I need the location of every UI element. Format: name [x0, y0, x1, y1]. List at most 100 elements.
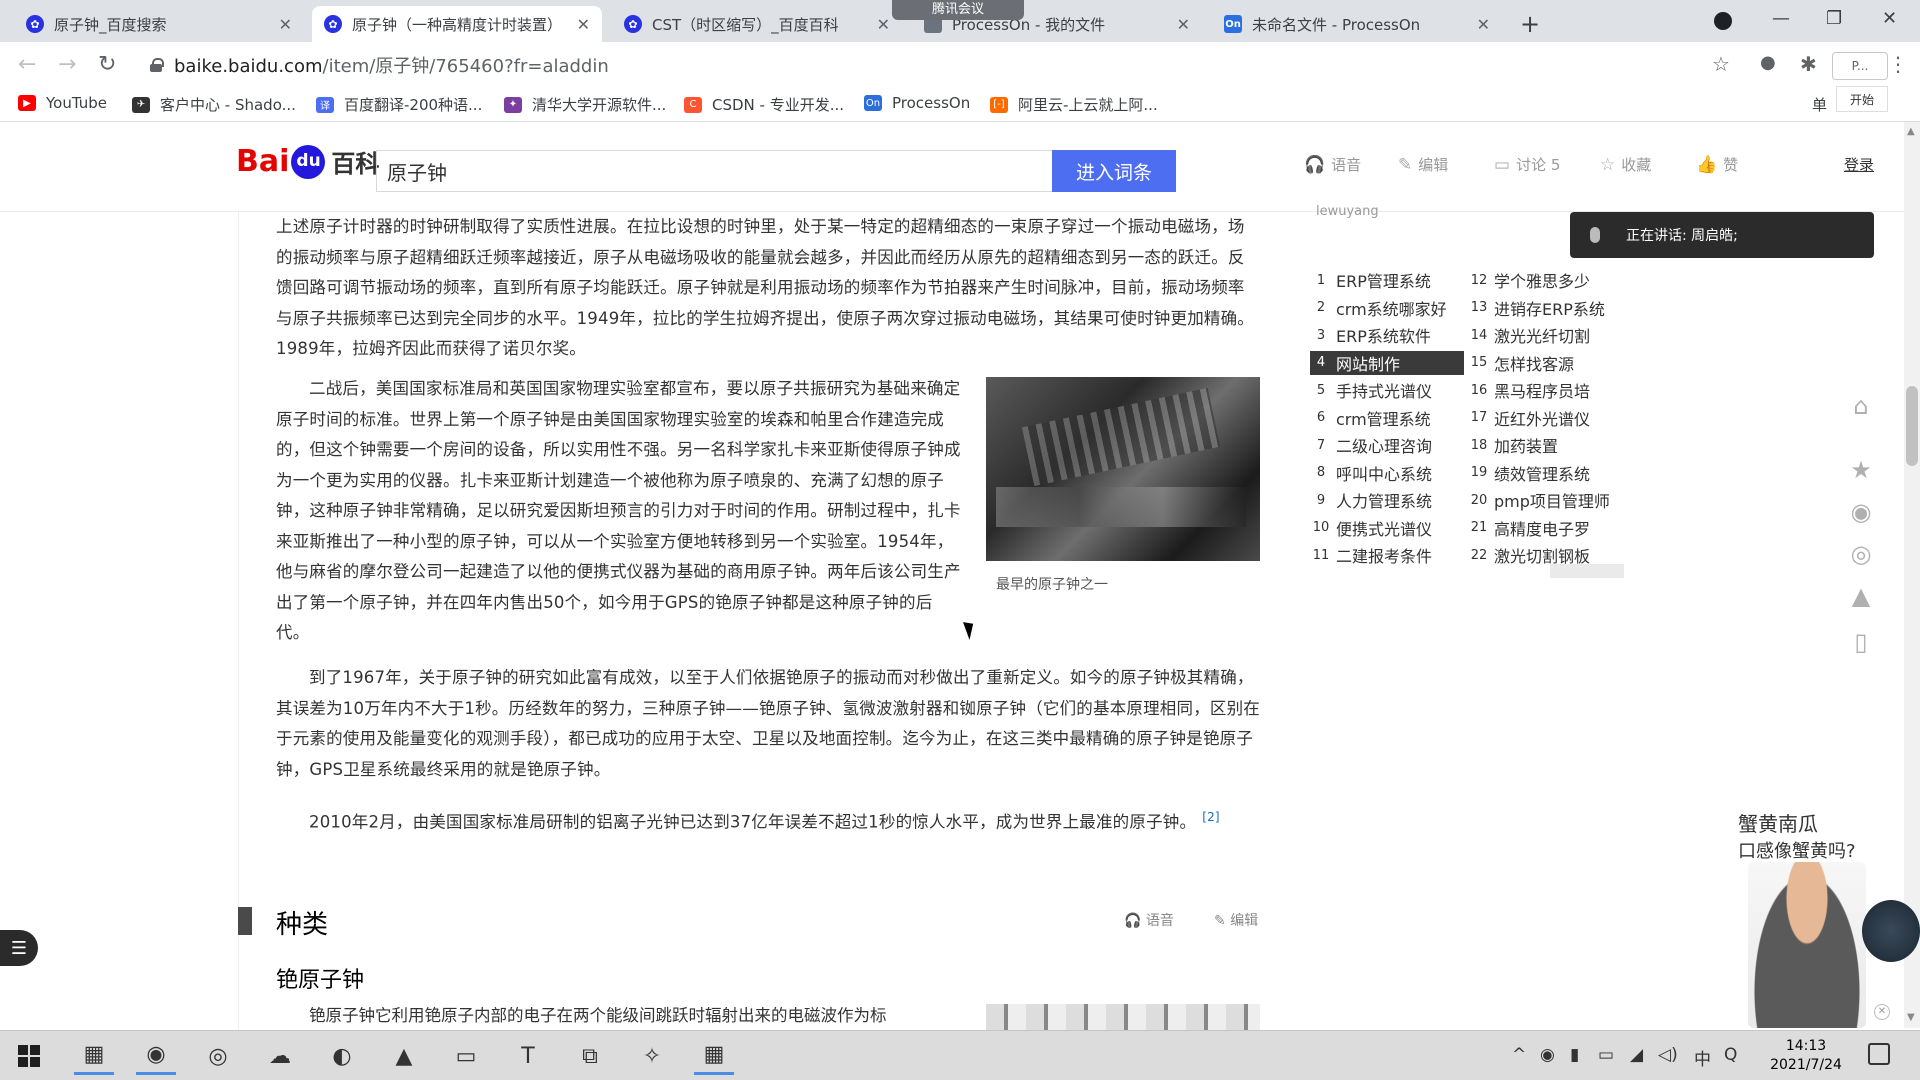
- tab-search-icon[interactable]: [1714, 12, 1732, 30]
- atomic-clock-photo[interactable]: [986, 377, 1260, 561]
- address-bar[interactable]: baike.baidu.com/item/原子钟/765460?fr=aladd…: [140, 46, 1740, 84]
- promo-video-thumbnail[interactable]: [1748, 862, 1866, 1028]
- taskbar-app-icon[interactable]: ◐: [322, 1037, 362, 1075]
- hot-item[interactable]: 2 crm系统哪家好: [1310, 296, 1464, 320]
- taskbar-photos-icon[interactable]: ▲: [384, 1037, 424, 1075]
- bookmark-youtube[interactable]: ▶ YouTube: [18, 94, 107, 112]
- scrollbar-thumb[interactable]: [1906, 386, 1918, 466]
- enter-entry-button[interactable]: 进入词条: [1052, 150, 1176, 192]
- tray-camera-icon[interactable]: ◉: [1540, 1045, 1555, 1065]
- wechat-icon[interactable]: ◎: [1846, 540, 1876, 568]
- bookmark-shadow[interactable]: ✈ 客户中心 - Shado...: [132, 94, 296, 115]
- lock-icon[interactable]: [150, 58, 164, 72]
- hot-item[interactable]: 3 ERP系统软件: [1310, 323, 1464, 347]
- hot-item[interactable]: 19 绩效管理系统: [1468, 461, 1622, 485]
- menu-kebab-icon[interactable]: ⋮: [1888, 52, 1908, 76]
- catalog-menu-icon[interactable]: ☰: [0, 930, 38, 966]
- section-edit-button[interactable]: ✎ 编辑: [1214, 910, 1258, 930]
- minimize-button[interactable]: —: [1772, 8, 1790, 29]
- tab-baidu-search[interactable]: ✿ 原子钟_百度搜索 ✕: [14, 6, 304, 42]
- action-voice[interactable]: 🎧 语音: [1304, 154, 1361, 175]
- page-scrollbar[interactable]: ▲ ▼: [1904, 122, 1920, 1028]
- hot-item[interactable]: 1 ERP管理系统: [1310, 268, 1464, 292]
- hot-item[interactable]: 15 怎样找客源: [1468, 351, 1622, 375]
- cesium-clock-photo[interactable]: [986, 1004, 1260, 1030]
- login-link[interactable]: 登录: [1844, 154, 1874, 175]
- weibo-icon[interactable]: ◉: [1846, 498, 1876, 526]
- hot-item[interactable]: 13 进销存ERP系统: [1468, 296, 1622, 320]
- hot-item[interactable]: 21 高精度电子罗: [1468, 516, 1622, 540]
- baike-logo[interactable]: Bai 百科: [236, 144, 379, 179]
- scroll-up-icon[interactable]: ▲: [1907, 126, 1915, 137]
- taskbar-wechat-icon[interactable]: ◎: [198, 1037, 238, 1075]
- hot-item[interactable]: 12 学个雅思多少: [1468, 268, 1622, 292]
- promo-avatar[interactable]: [1862, 900, 1920, 962]
- close-tab-icon[interactable]: ✕: [279, 15, 292, 34]
- reload-icon[interactable]: ↻: [98, 52, 116, 77]
- taskbar-app-icon[interactable]: ✧: [632, 1037, 672, 1075]
- hot-item[interactable]: 7 二级心理咨询: [1310, 433, 1464, 457]
- taskbar-chrome-icon[interactable]: ◉: [136, 1037, 176, 1075]
- close-tab-icon[interactable]: ✕: [877, 15, 890, 34]
- video-promo[interactable]: 蟹黄南瓜 口感像蟹黄吗?: [1738, 810, 1856, 866]
- hot-item[interactable]: 14 激光光纤切割: [1468, 323, 1622, 347]
- action-discuss[interactable]: ▭ 讨论 5: [1494, 154, 1560, 175]
- notification-center-icon[interactable]: [1868, 1043, 1890, 1065]
- profile-chip[interactable]: P...: [1832, 52, 1888, 80]
- close-tab-icon[interactable]: ✕: [1477, 15, 1490, 34]
- close-icon[interactable]: ✕: [1874, 1004, 1890, 1020]
- search-input[interactable]: 原子钟: [376, 150, 1052, 192]
- bookmark-tsinghua[interactable]: ✦ 清华大学开源软件...: [504, 94, 666, 115]
- hot-item[interactable]: 5 手持式光谱仪: [1310, 378, 1464, 402]
- taskbar-clock[interactable]: 14:13 2021/7/24: [1764, 1037, 1848, 1075]
- hot-item[interactable]: 9 人力管理系统: [1310, 488, 1464, 512]
- tab-baike-atomic-clock[interactable]: ✿ 原子钟（一种高精度计时装置） ✕: [312, 6, 602, 42]
- gift-icon[interactable]: ⌂: [1846, 392, 1876, 420]
- tray-ime-indicator[interactable]: 中: [1694, 1045, 1711, 1070]
- tray-app-icon[interactable]: Q: [1724, 1045, 1737, 1065]
- bookmark-baidu-fanyi[interactable]: 译百度翻译-200种语...: [316, 94, 482, 115]
- taskbar-app-image-icon[interactable]: ▦: [694, 1037, 734, 1075]
- taskbar-baidu-netdisk-icon[interactable]: ☁: [260, 1037, 300, 1075]
- favorite-star-icon[interactable]: ★: [1846, 456, 1876, 484]
- back-icon[interactable]: ←: [18, 52, 36, 77]
- section-voice-button[interactable]: 🎧 语音: [1124, 910, 1174, 930]
- bookmark-processon[interactable]: On ProcessOn: [864, 94, 970, 112]
- tray-microphone-icon[interactable]: ▮: [1570, 1045, 1579, 1065]
- reference-link[interactable]: [2]: [1202, 810, 1220, 824]
- hot-item[interactable]: 10 便携式光谱仪: [1310, 516, 1464, 540]
- hot-item[interactable]: 17 近红外光谱仪: [1468, 406, 1622, 430]
- windows-start-icon[interactable]: [18, 1045, 40, 1067]
- taskbar-app-icon[interactable]: ⧉: [570, 1037, 610, 1075]
- taskbar-file-explorer-icon[interactable]: ▭: [446, 1037, 486, 1075]
- action-edit[interactable]: ✎ 编辑: [1398, 154, 1448, 175]
- meeting-indicator[interactable]: 腾讯会议: [892, 0, 1024, 20]
- close-window-button[interactable]: ✕: [1882, 8, 1897, 29]
- hot-item[interactable]: 6 crm管理系统: [1310, 406, 1464, 430]
- taskbar-app-image-viewer-icon[interactable]: ▦: [74, 1037, 114, 1075]
- qq-icon[interactable]: ▲: [1846, 582, 1876, 610]
- forward-icon[interactable]: →: [58, 52, 76, 77]
- new-tab-button[interactable]: +: [1520, 10, 1540, 38]
- reading-list[interactable]: 单: [1812, 94, 1827, 115]
- action-favorite[interactable]: ☆ 收藏: [1600, 154, 1651, 175]
- tray-chevron-up-icon[interactable]: ^: [1512, 1045, 1526, 1065]
- scroll-down-icon[interactable]: ▼: [1907, 1012, 1915, 1023]
- tray-battery-icon[interactable]: ▭: [1598, 1045, 1614, 1065]
- bookmark-csdn[interactable]: C CSDN - 专业开发...: [684, 94, 844, 115]
- extension-circle-icon[interactable]: ●: [1760, 52, 1776, 73]
- hot-item[interactable]: 8 呼叫中心系统: [1310, 461, 1464, 485]
- restore-button[interactable]: ❐: [1826, 8, 1842, 29]
- close-tab-icon[interactable]: ✕: [577, 15, 590, 34]
- bookmark-star-icon[interactable]: ☆: [1712, 52, 1730, 76]
- hot-item-highlighted[interactable]: 4 网站制作: [1310, 350, 1464, 375]
- hot-item[interactable]: 16 黑马程序员培: [1468, 378, 1622, 402]
- start-button[interactable]: 开始: [1836, 86, 1888, 112]
- hot-item[interactable]: 11 二建报考条件: [1310, 543, 1464, 567]
- action-like[interactable]: 👍 赞: [1696, 154, 1738, 175]
- tray-network-icon[interactable]: ◢: [1630, 1045, 1643, 1065]
- hot-item[interactable]: 18 加药装置: [1468, 433, 1622, 457]
- hot-item[interactable]: 20 pmp项目管理师: [1468, 488, 1622, 512]
- tray-volume-icon[interactable]: ◁): [1658, 1045, 1678, 1065]
- mobile-icon[interactable]: ▯: [1846, 628, 1876, 656]
